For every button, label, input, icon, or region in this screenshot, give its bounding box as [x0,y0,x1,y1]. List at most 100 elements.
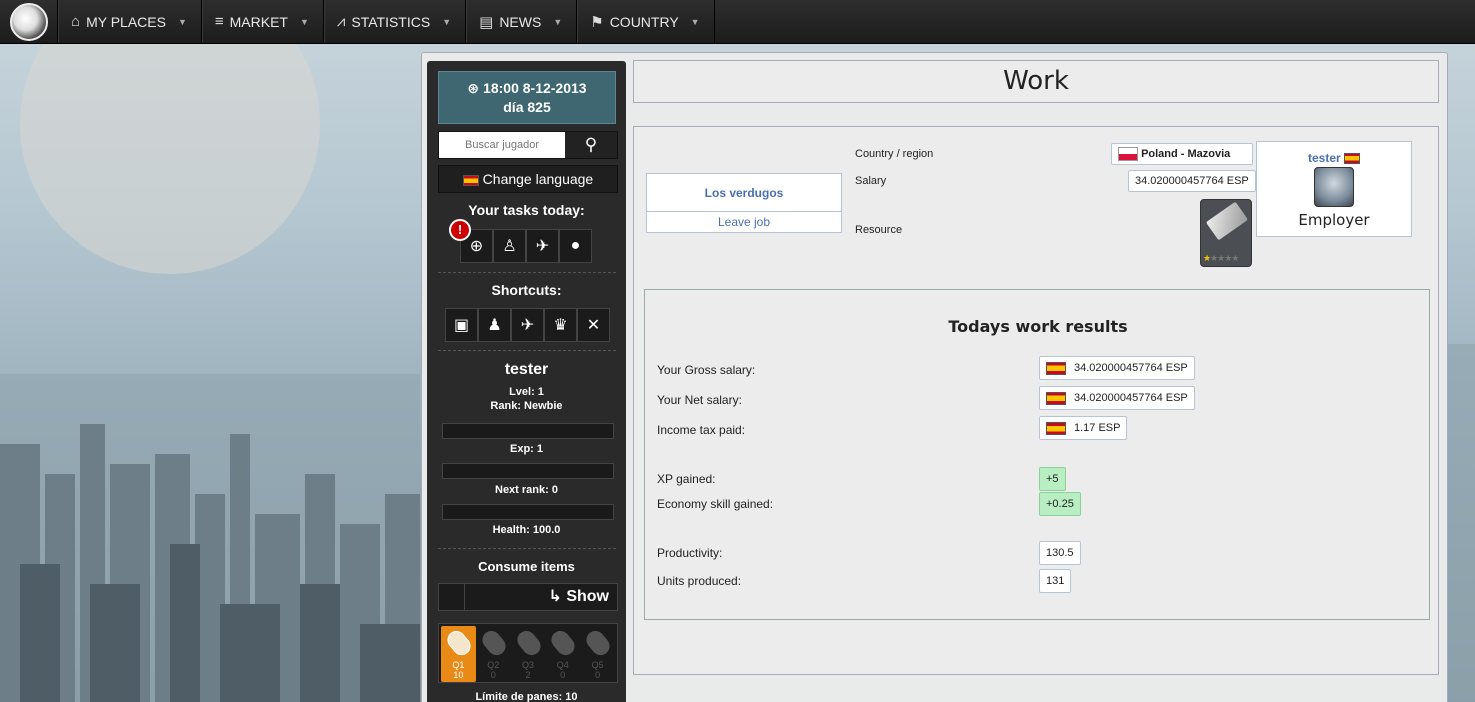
bread-q5[interactable]: Q5 0 [580,626,615,682]
spain-flag-icon [462,174,479,186]
bread-quality: Q5 [591,660,604,670]
player-level: Lvel: 1 [509,386,544,398]
quality-stars: ★★★★★ [1203,253,1239,263]
home-icon: ⌂ [71,13,81,30]
exp-bar [442,423,614,439]
nav-label: MY PLACES [86,13,166,30]
poland-flag-icon [1118,147,1138,162]
task-work-icon[interactable]: ♙ [493,229,526,263]
game-clock: ⊛ 18:00 8-12-2013 día 825 [438,71,616,124]
productivity-label: Productivity: [657,546,723,560]
next-rank-bar [442,463,614,479]
bread-limit: Límite de panes: 10 [475,691,578,702]
economy-skill-label: Economy skill gained: [657,497,774,511]
exp-value: Exp: 1 [509,443,543,455]
bread-icon [582,627,614,659]
net-text: 34.020000457764 ESP [1074,392,1188,404]
gross-label: Your Gross salary: [657,363,756,377]
nav-market[interactable]: ≡ MARKET ▼ [201,0,324,43]
employer-link[interactable]: tester [1257,151,1411,165]
resource-iron-icon[interactable]: ★★★★★ [1200,199,1252,267]
caret-down-icon: ▼ [690,16,700,27]
next-rank-value: Next rank: 0 [495,484,558,496]
bread-icon [443,627,475,659]
nav-statistics[interactable]: ⩘ STATISTICS ▼ [323,0,467,43]
net-value: 34.020000457764 ESP [1039,386,1195,410]
chart-line-icon: ⩘ [336,13,346,30]
bread-count: 0 [560,670,566,680]
spain-flag-icon [1046,391,1066,405]
productivity-value: 130.5 [1039,541,1081,565]
bread-count: 0 [595,670,601,680]
task-fight-icon[interactable]: ✈ [526,229,559,263]
caret-down-icon: ▼ [442,16,452,27]
search-input[interactable] [439,132,565,158]
player-search: ⚲ [438,131,618,159]
bread-quality: Q3 [521,660,534,670]
top-navigation: ⌂ MY PLACES ▼ ≡ MARKET ▼ ⩘ STATISTICS ▼ ▤ NEWS ▼… [0,0,1475,44]
bread-quality: Q4 [556,660,569,670]
bread-count: 0 [490,670,496,680]
results-title: Todays work results [948,317,1128,336]
tax-label: Income tax paid: [657,423,746,437]
bread-q2[interactable]: Q2 0 [476,626,511,682]
player-rank: Rank: Newbie [490,400,563,412]
bread-count: 10 [453,670,464,680]
globe-icon [9,3,48,41]
tools-icon[interactable]: ✕ [577,308,610,342]
ingot-icon [1205,201,1249,241]
nav-my-places[interactable]: ⌂ MY PLACES ▼ [58,0,202,43]
sidebar: ⊛ 18:00 8-12-2013 día 825 ⚲ Change langu… [427,61,626,702]
spain-flag-icon [1046,361,1066,375]
clock-icon: ⊛ [467,80,480,96]
company-card: Los verdugos Leave job [646,173,842,233]
change-language-button[interactable]: Change language [438,165,618,193]
nav-country[interactable]: ⚑ COUNTRY ▼ [577,0,715,43]
search-button[interactable]: ⚲ [565,132,617,158]
trophy-icon[interactable]: ♛ [544,308,577,342]
work-panel: Los verdugos Leave job Country / region … [633,126,1439,675]
gross-text: 34.020000457764 ESP [1074,362,1188,374]
employer-role: Employer [1298,211,1370,229]
health-value: Health: 100.0 [492,524,561,536]
coins-icon: ≡ [214,13,224,30]
consume-title: Consume items [478,559,575,574]
bookmark-icon[interactable]: ▣ [445,308,478,342]
nav-label: NEWS [499,13,542,30]
change-language-label: Change language [482,171,594,187]
bread-q4[interactable]: Q4 0 [545,626,580,682]
arrow-turn-icon: ↳ [548,588,562,605]
tax-value: 1.17 ESP [1039,416,1128,440]
leave-job-link[interactable]: Leave job [647,212,841,232]
tasks-title: Your tasks today: [468,202,585,218]
work-results-panel: Todays work results Your Gross salary: 3… [644,289,1430,620]
country-region-value[interactable]: Poland - Mazovia [1111,143,1253,165]
nav-news[interactable]: ▤ NEWS ▼ [466,0,578,43]
caret-down-icon: ▼ [553,16,563,27]
search-icon: ⚲ [584,135,598,154]
game-day: día 825 [503,99,551,115]
logo[interactable] [0,0,58,44]
player-name: tester [504,361,549,378]
nav-label: COUNTRY [609,13,679,30]
salary-value: 34.020000457764 ESP [1128,170,1256,192]
health-bar [442,504,614,520]
newspaper-icon: ▤ [479,13,494,31]
units-produced-label: Units produced: [657,574,742,588]
nav-label: STATISTICS [351,13,431,30]
bread-q3[interactable]: Q3 2 [511,626,546,682]
alert-icon[interactable]: ! [449,219,471,241]
company-name-link[interactable]: Los verdugos [647,174,841,212]
user-chat-icon[interactable]: ♟ [478,308,511,342]
net-label: Your Net salary: [657,393,742,407]
airplane-icon[interactable]: ✈ [511,308,544,342]
show-consume-button[interactable]: ↳ Show [438,583,618,611]
divider [438,350,616,351]
bread-quality: Q2 [487,660,500,670]
task-profile-icon[interactable]: ● [559,229,592,263]
spain-flag-icon [1046,421,1066,435]
bread-q1[interactable]: Q1 10 [441,626,476,682]
salary-label: Salary [855,175,887,187]
units-produced-value: 131 [1039,569,1072,593]
employer-avatar[interactable] [1314,167,1354,207]
